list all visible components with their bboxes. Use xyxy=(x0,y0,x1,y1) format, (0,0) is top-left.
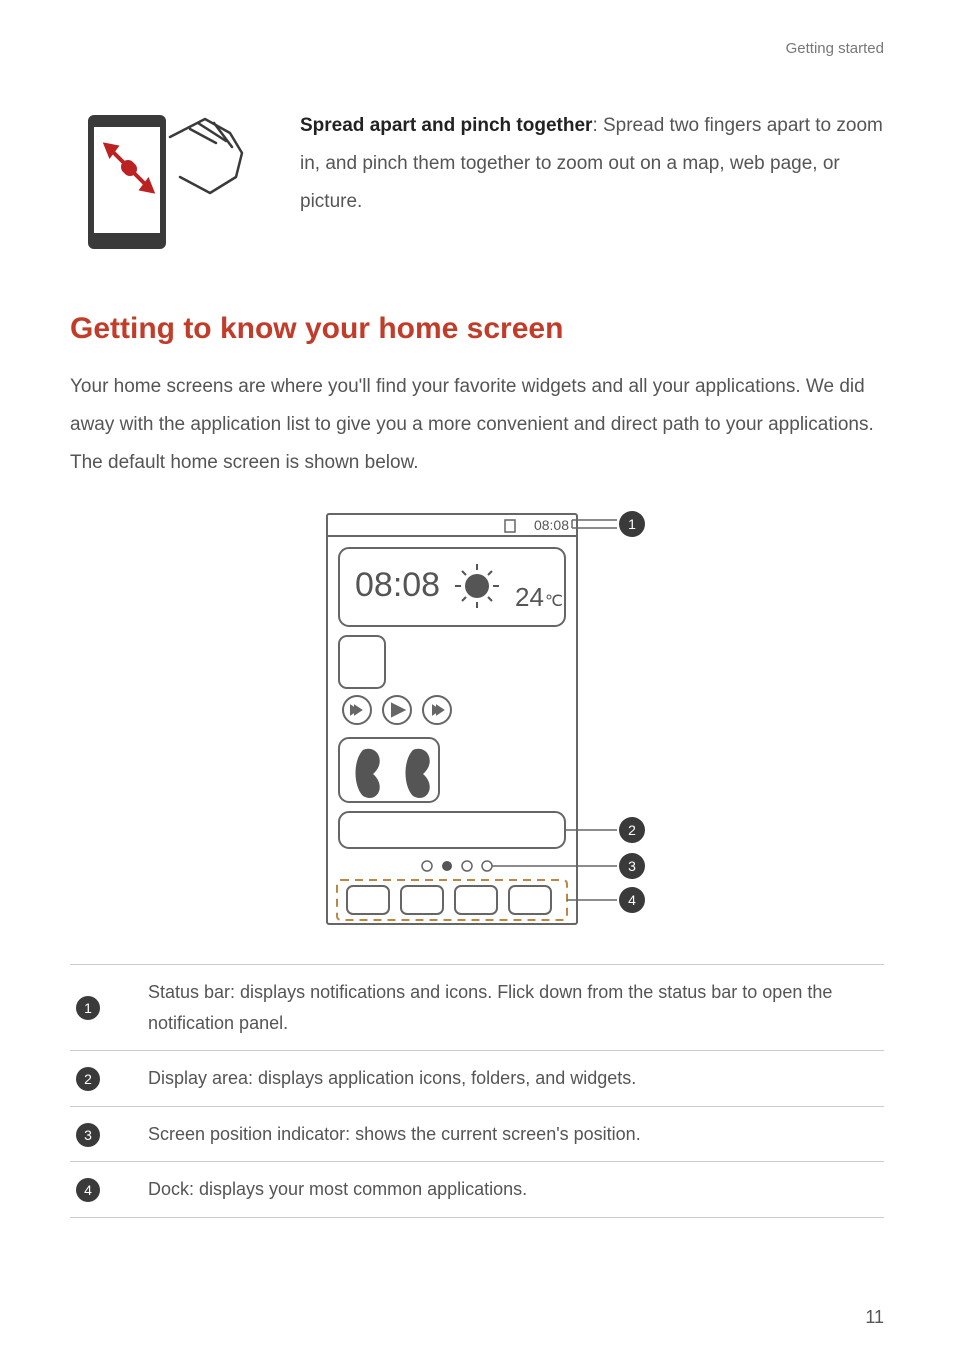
gesture-title: Spread apart and pinch together xyxy=(300,115,592,136)
header-section-label: Getting started xyxy=(786,40,884,57)
legend-text: Display area: displays application icons… xyxy=(142,1051,884,1107)
callout-2-label: 2 xyxy=(628,822,636,838)
home-screen-diagram: 1 08:08 08:08 xyxy=(70,506,884,936)
clock-widget-time: 08:08 xyxy=(355,566,440,604)
legend-text: Dock: displays your most common applicat… xyxy=(142,1162,884,1218)
legend-badge: 1 xyxy=(76,996,100,1020)
legend-badge: 4 xyxy=(76,1178,100,1202)
gesture-row: Spread apart and pinch together: Spread … xyxy=(70,107,884,262)
page: Getting started xyxy=(0,0,954,1352)
weather-temperature: 24 xyxy=(515,582,544,612)
legend-table: 1 Status bar: displays notifications and… xyxy=(70,964,884,1218)
gesture-text: Spread apart and pinch together: Spread … xyxy=(300,107,884,221)
legend-badge: 2 xyxy=(76,1067,100,1091)
callout-4-label: 4 xyxy=(628,892,636,908)
table-row: 2 Display area: displays application ico… xyxy=(70,1051,884,1107)
status-bar-time: 08:08 xyxy=(534,517,569,533)
weather-unit: ℃ xyxy=(545,593,563,610)
home-screen-svg: 1 08:08 08:08 xyxy=(277,506,677,936)
table-row: 1 Status bar: displays notifications and… xyxy=(70,965,884,1051)
legend-text: Screen position indicator: shows the cur… xyxy=(142,1106,884,1162)
page-number: 11 xyxy=(865,1307,884,1328)
table-row: 3 Screen position indicator: shows the c… xyxy=(70,1106,884,1162)
legend-text: Status bar: displays notifications and i… xyxy=(142,965,884,1051)
intro-paragraph: Your home screens are where you'll find … xyxy=(70,368,884,482)
gesture-illustration xyxy=(70,107,260,262)
callout-3-label: 3 xyxy=(628,858,636,874)
legend-badge: 3 xyxy=(76,1123,100,1147)
section-heading: Getting to know your home screen xyxy=(70,312,884,346)
pinch-gesture-icon xyxy=(70,107,260,257)
callout-1-label: 1 xyxy=(628,516,636,532)
page-header: Getting started xyxy=(70,40,884,57)
table-row: 4 Dock: displays your most common applic… xyxy=(70,1162,884,1218)
